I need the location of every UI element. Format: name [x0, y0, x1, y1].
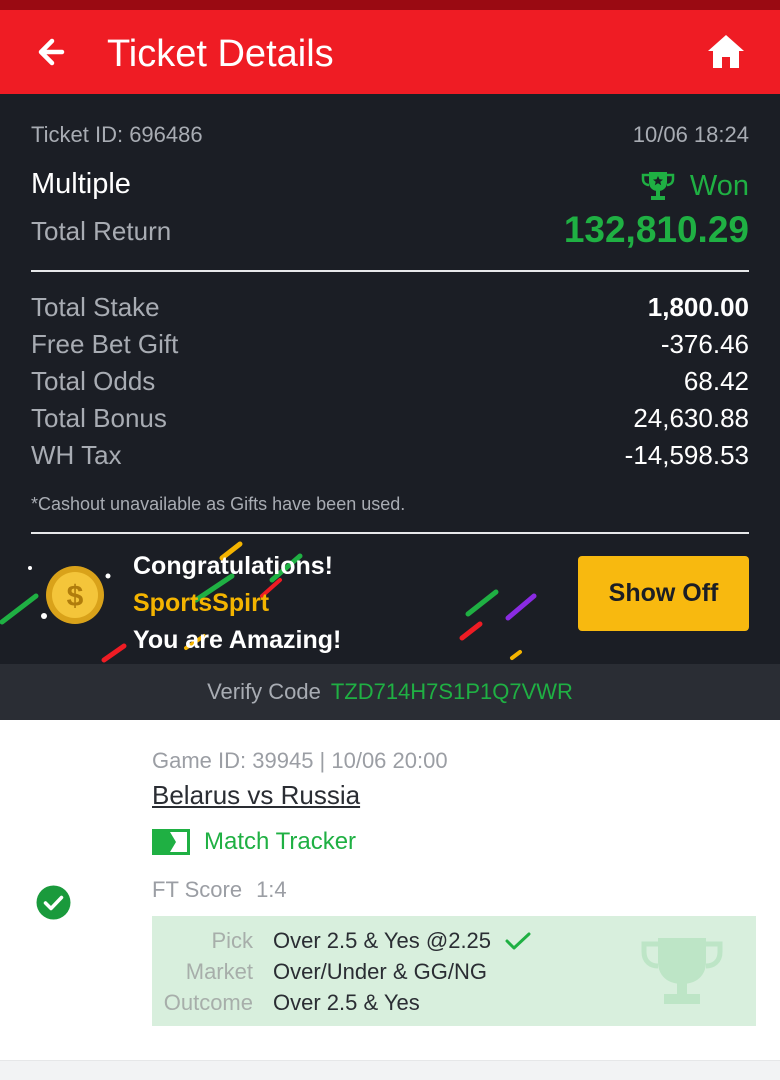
- row-total-bonus: Total Bonus 24,630.88: [31, 403, 749, 433]
- verify-code-value[interactable]: TZD714H7S1P1Q7VWR: [331, 679, 573, 705]
- checkmark-icon: [505, 932, 531, 949]
- bottom-separator: [0, 1060, 780, 1080]
- divider: [31, 532, 749, 534]
- match-teams-link[interactable]: Belarus vs Russia: [152, 780, 360, 811]
- status-badge: Won: [640, 168, 749, 204]
- app-header: Ticket Details: [0, 10, 780, 94]
- outcome-row: Outcome Over 2.5 & Yes: [163, 989, 420, 1015]
- show-off-button[interactable]: Show Off: [578, 556, 749, 631]
- ticket-datetime: 10/06 18:24: [632, 122, 749, 147]
- status-text: Won: [689, 169, 749, 202]
- market-row: Market Over/Under & GG/NG: [185, 958, 487, 984]
- row-total-stake: Total Stake 1,800.00: [31, 292, 749, 322]
- congrats-banner: $ Congratulations! SportsSpirt You are A…: [0, 536, 780, 664]
- home-icon[interactable]: [704, 30, 748, 74]
- game-id: Game ID: 39945 | 10/06 20:00: [152, 748, 448, 773]
- bet-type: Multiple: [31, 168, 131, 200]
- match-tracker-link[interactable]: Match Tracker: [152, 828, 356, 856]
- congrats-text: Congratulations! SportsSpirt You are Ama…: [133, 552, 342, 654]
- verify-code-label: Verify Code: [207, 679, 321, 704]
- match-tracker-label: Match Tracker: [204, 828, 357, 855]
- total-return-value: 132,810.29: [563, 209, 749, 250]
- row-total-odds: Total Odds 68.42: [31, 366, 749, 396]
- status-strip: [0, 0, 780, 10]
- check-circle-icon: [36, 885, 71, 920]
- page-title: Ticket Details: [107, 33, 334, 75]
- row-free-bet-gift: Free Bet Gift -376.46: [31, 329, 749, 359]
- trophy-icon: [641, 172, 675, 200]
- total-return-label: Total Return: [31, 216, 172, 246]
- ticket-breakdown: Total Stake 1,800.00 Free Bet Gift -376.46…: [31, 289, 749, 474]
- verify-code-bar: Verify Code TZD714H7S1P1Q7VWR: [0, 664, 780, 720]
- pick-row: Pick Over 2.5 & Yes @2.25: [152, 925, 756, 956]
- ft-score: FT Score 1:4: [152, 877, 287, 902]
- pick-details: Pick Over 2.5 & Yes @2.25 Market Over/Unde…: [152, 916, 756, 1026]
- row-wh-tax: WH Tax -14,598.53: [31, 440, 749, 470]
- username: SportsSpirt: [133, 589, 270, 617]
- ticket-summary: Ticket ID: 696486 10/06 18:24 Multiple W…: [0, 94, 780, 720]
- cashout-note: *Cashout unavailable as Gifts have been …: [31, 494, 406, 514]
- svg-text:$: $: [67, 580, 84, 613]
- divider: [31, 270, 749, 272]
- coin-icon: $: [46, 566, 104, 624]
- back-arrow-icon[interactable]: [32, 30, 76, 74]
- selection-card: Game ID: 39945 | 10/06 20:00 Belarus vs …: [0, 720, 780, 1060]
- tracker-icon: [152, 829, 190, 855]
- ticket-id: Ticket ID: 696486: [31, 122, 203, 147]
